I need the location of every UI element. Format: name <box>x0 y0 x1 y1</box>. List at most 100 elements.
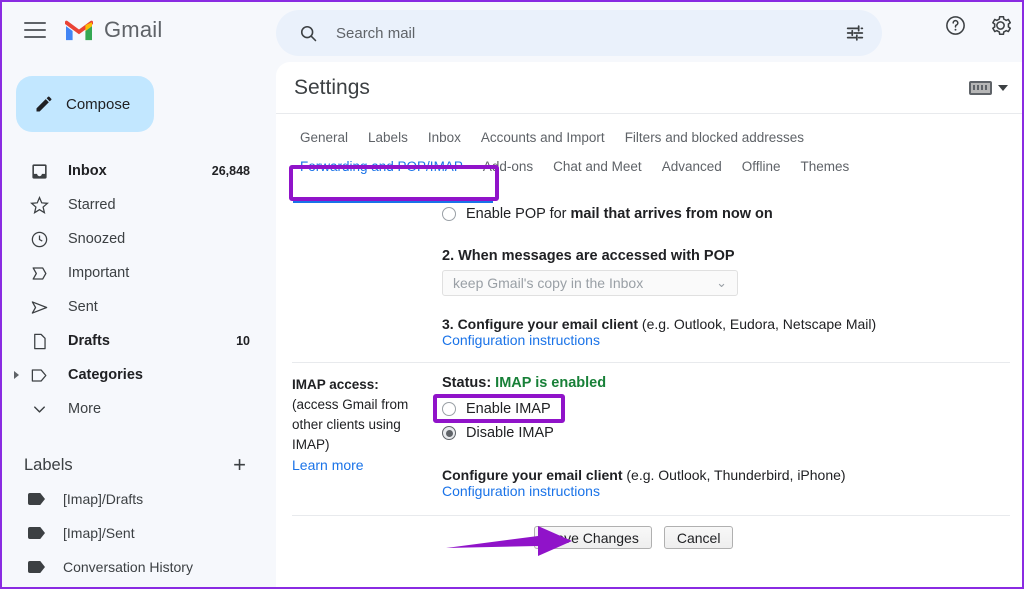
settings-panel: Settings General Labels Inbox Accounts a… <box>276 62 1022 587</box>
imap-access-label: IMAP access: <box>292 377 379 392</box>
imap-learn-more-link[interactable]: Learn more <box>292 455 432 475</box>
sidebar-item-inbox[interactable]: Inbox 26,848 <box>2 154 272 188</box>
sidebar-item-label: Inbox <box>68 163 107 179</box>
chevron-down-icon: ⌄ <box>716 275 727 290</box>
action-buttons: Save Changes Cancel <box>276 516 1022 549</box>
send-icon <box>28 298 50 317</box>
labels-title: Labels <box>24 455 73 474</box>
brand-bar: Gmail <box>2 2 272 58</box>
status-badge: IMAP is enabled <box>495 375 607 391</box>
radio-icon[interactable] <box>442 207 456 221</box>
pop-enable-from-now-option[interactable]: Enable POP for mail that arrives from no… <box>442 202 1010 226</box>
sidebar-item-starred[interactable]: Starred <box>2 188 272 222</box>
sidebar-item-label: Snoozed <box>68 231 126 247</box>
imap-enable-label: Enable IMAP <box>466 401 551 417</box>
search-input[interactable]: Search mail <box>336 25 844 42</box>
hamburger-menu-icon[interactable] <box>24 22 46 38</box>
search-bar[interactable]: Search mail <box>276 10 882 56</box>
pop-action-select[interactable]: keep Gmail's copy in the Inbox ⌄ <box>442 270 738 296</box>
list-item[interactable]: [Imap]/Drafts <box>2 482 272 516</box>
sidebar-item-label: Starred <box>68 197 116 213</box>
chevron-down-icon <box>28 400 50 419</box>
important-chevron-icon <box>28 264 50 283</box>
tab-forwarding-and-pop-imap[interactable]: Forwarding and POP/IMAP <box>290 155 473 178</box>
pop-left-spacer <box>292 202 442 348</box>
settings-tabs-row-1: General Labels Inbox Accounts and Import… <box>290 126 1022 149</box>
tune-filter-icon[interactable] <box>844 22 866 44</box>
settings-tabs-row-2: Forwarding and POP/IMAP Add-ons Chat and… <box>290 155 1022 178</box>
imap-status-prefix: Status: <box>442 375 496 391</box>
pencil-icon <box>36 96 52 112</box>
help-icon[interactable] <box>944 14 967 42</box>
sidebar-item-snoozed[interactable]: Snoozed <box>2 222 272 256</box>
labels-section-header: Labels + <box>2 448 272 482</box>
pop-configuration-instructions-link[interactable]: Configuration instructions <box>442 332 1010 348</box>
imap-section: IMAP access: (access Gmail from other cl… <box>276 363 1022 499</box>
sidebar-item-label: Important <box>68 265 130 281</box>
tab-labels[interactable]: Labels <box>358 126 418 149</box>
imap-disable-label: Disable IMAP <box>466 425 554 441</box>
pop-action-select-value: keep Gmail's copy in the Inbox <box>453 275 644 291</box>
imap-configure-bold: Configure your email client <box>442 467 623 483</box>
gear-icon[interactable] <box>989 14 1012 42</box>
gmail-brand[interactable]: Gmail <box>64 17 162 43</box>
tab-general[interactable]: General <box>290 126 358 149</box>
tab-advanced[interactable]: Advanced <box>652 155 732 178</box>
tab-inbox[interactable]: Inbox <box>418 126 471 149</box>
sidebar-item-label: Sent <box>68 299 98 315</box>
label-name: [Imap]/Sent <box>63 525 135 541</box>
settings-tabs: General Labels Inbox Accounts and Import… <box>276 114 1022 178</box>
sidebar-item-sent[interactable]: Sent <box>2 290 272 324</box>
sidebar-item-count: 26,848 <box>211 164 250 178</box>
radio-icon[interactable] <box>442 402 456 416</box>
imap-configure-rest: (e.g. Outlook, Thunderbird, iPhone) <box>622 467 846 483</box>
sidebar: Gmail Compose Inbox 26,848 Starred Snooz… <box>2 2 272 587</box>
pop-right: Enable POP for mail that arrives from no… <box>442 202 1010 348</box>
list-item[interactable]: Conversation History <box>2 550 272 584</box>
tab-filters-and-blocked-addresses[interactable]: Filters and blocked addresses <box>615 126 814 149</box>
main-area: Search mail Settings General Labels Inbo… <box>272 2 1022 587</box>
nav-list: Inbox 26,848 Starred Snoozed Important S… <box>2 154 272 426</box>
tab-accounts-and-import[interactable]: Accounts and Import <box>471 126 615 149</box>
sidebar-item-count: 10 <box>236 334 250 348</box>
imap-configure-title: Configure your email client (e.g. Outloo… <box>442 467 1010 483</box>
tab-themes[interactable]: Themes <box>791 155 860 178</box>
save-changes-button[interactable]: Save Changes <box>534 526 652 549</box>
clock-icon <box>28 230 50 249</box>
imap-disable-option[interactable]: Disable IMAP <box>442 421 1010 445</box>
label-tag-icon <box>28 493 45 505</box>
radio-icon-selected[interactable] <box>442 426 456 440</box>
gmail-settings-window: Gmail Compose Inbox 26,848 Starred Snooz… <box>0 0 1024 589</box>
imap-left: IMAP access: (access Gmail from other cl… <box>292 375 442 499</box>
sidebar-item-label: Categories <box>68 367 143 383</box>
sidebar-item-important[interactable]: Important <box>2 256 272 290</box>
add-label-button[interactable]: + <box>233 454 246 476</box>
tag-icon <box>28 366 50 385</box>
compose-button[interactable]: Compose <box>16 76 154 132</box>
cancel-button[interactable]: Cancel <box>663 526 734 549</box>
tab-add-ons[interactable]: Add-ons <box>473 155 543 178</box>
tab-offline[interactable]: Offline <box>732 155 791 178</box>
pop-step3-rest: (e.g. Outlook, Eudora, Netscape Mail) <box>638 316 877 332</box>
draft-page-icon <box>28 332 50 351</box>
active-tab-underline <box>293 200 493 203</box>
imap-status: Status: IMAP is enabled <box>442 375 1010 391</box>
page-title: Settings <box>294 75 370 99</box>
tab-chat-and-meet[interactable]: Chat and Meet <box>543 155 652 178</box>
sidebar-item-categories[interactable]: Categories <box>2 358 272 392</box>
pop-enable-prefix: Enable POP for <box>466 206 571 222</box>
chevron-down-icon[interactable] <box>998 84 1008 91</box>
keyboard-shortcut-selector[interactable] <box>969 80 1008 95</box>
settings-content: Enable POP for mail that arrives from no… <box>276 202 1022 549</box>
gmail-wordmark: Gmail <box>104 17 163 42</box>
list-item[interactable]: [Imap]/Sent <box>2 516 272 550</box>
star-icon <box>28 195 50 215</box>
sidebar-item-more[interactable]: More <box>2 392 272 426</box>
pop-enable-bold: mail that arrives from now on <box>570 206 773 222</box>
expand-caret-icon[interactable] <box>14 371 19 379</box>
label-tag-icon <box>28 561 45 573</box>
sidebar-item-drafts[interactable]: Drafts 10 <box>2 324 272 358</box>
imap-configuration-instructions-link[interactable]: Configuration instructions <box>442 483 1010 499</box>
imap-enable-option[interactable]: Enable IMAP <box>442 397 1010 421</box>
imap-access-description: (access Gmail from other clients using I… <box>292 397 409 452</box>
